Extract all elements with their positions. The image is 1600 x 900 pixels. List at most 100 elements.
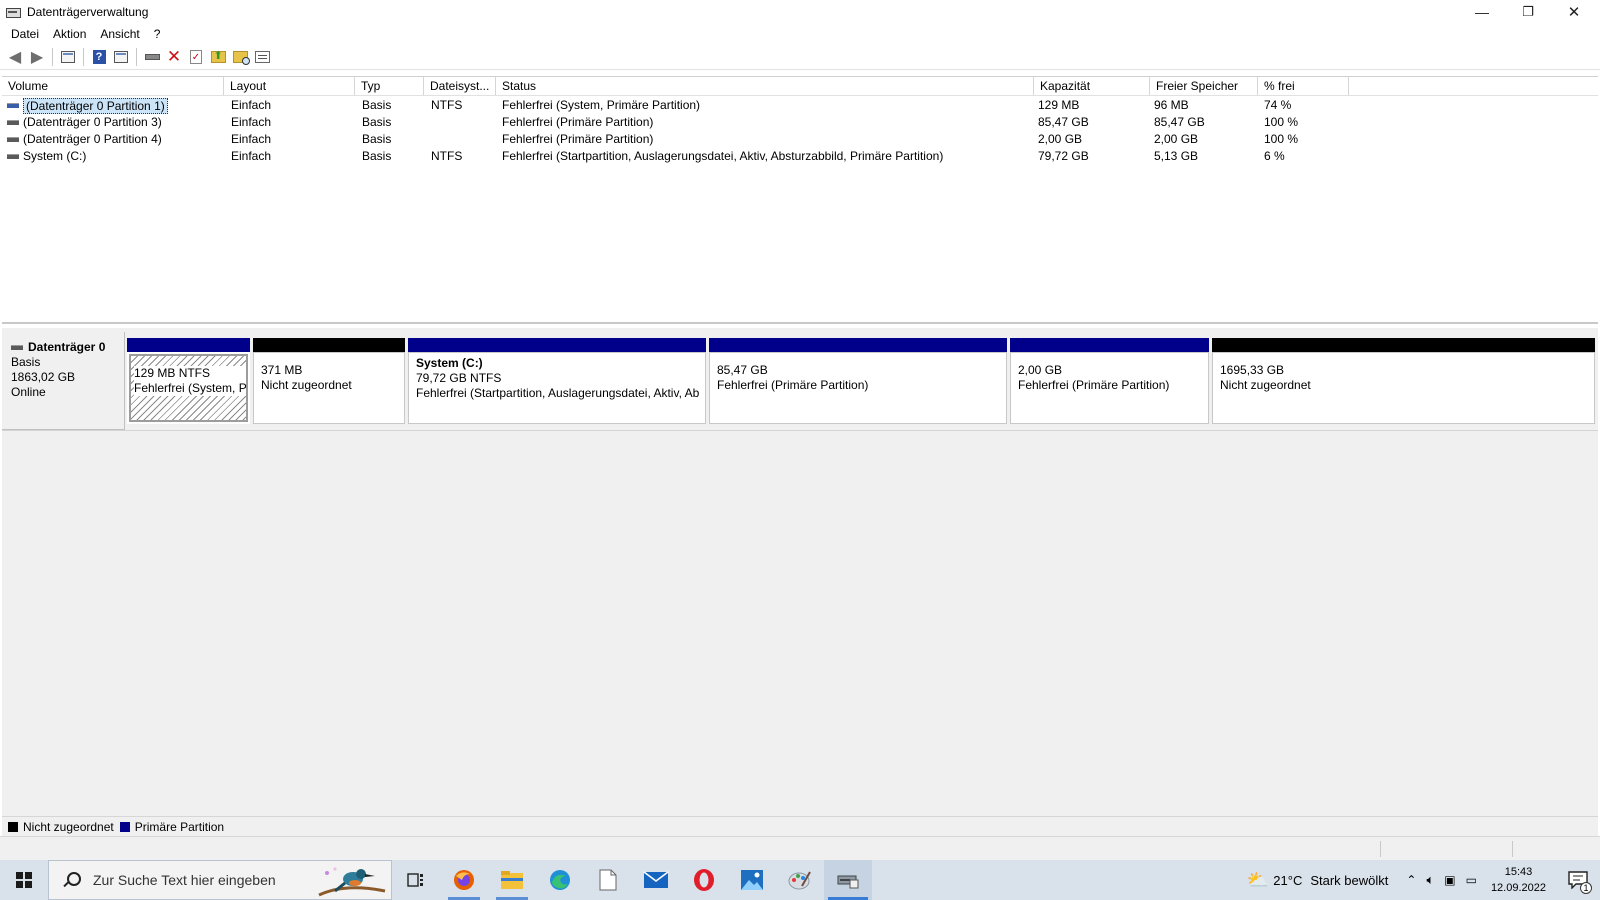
table-row[interactable]: (Datenträger 0 Partition 3) Einfach Basi…: [2, 114, 1598, 131]
partition-block[interactable]: 2,00 GB Fehlerfrei (Primäre Partition): [1010, 338, 1212, 424]
weather-cloud-sun-icon[interactable]: ⛅: [1247, 870, 1269, 891]
partition-block[interactable]: System (C:) 79,72 GB NTFS Fehlerfrei (St…: [408, 338, 709, 424]
console-tree-button[interactable]: [57, 47, 79, 67]
taskbar: Zur Suche Text hier eingeben ⛅ 21°C Star…: [0, 860, 1600, 900]
taskbar-firefox[interactable]: [440, 860, 488, 900]
menu-help[interactable]: ?: [147, 27, 168, 41]
partition-strip: 129 MB NTFS Fehlerfrei (System, Pr 371 M…: [127, 338, 1595, 424]
status-cell: Fehlerfrei (Primäre Partition): [502, 132, 654, 146]
taskbar-paint[interactable]: [776, 860, 824, 900]
column-header-layout[interactable]: Layout: [224, 77, 355, 95]
free-space-cell: 96 MB: [1154, 98, 1189, 112]
column-header-status[interactable]: Status: [496, 77, 1034, 95]
volume-cell: (Datenträger 0 Partition 3): [2, 114, 162, 131]
paint-icon: [788, 871, 811, 890]
taskbar-photos[interactable]: [728, 860, 776, 900]
folder-search-icon: [232, 51, 250, 65]
notification-center-button[interactable]: 1: [1556, 860, 1600, 900]
volume-cell: System (C:): [2, 148, 86, 165]
partition-block[interactable]: 85,47 GB Fehlerfrei (Primäre Partition): [709, 338, 1010, 424]
battery-icon[interactable]: ▭: [1466, 873, 1477, 887]
close-button[interactable]: ✕: [1551, 0, 1597, 24]
menu-aktion[interactable]: Aktion: [46, 27, 93, 41]
check-button[interactable]: ✓: [185, 47, 207, 67]
delete-button[interactable]: ✕: [163, 47, 185, 67]
status-bar-separator: [1380, 841, 1381, 857]
taskbar-search-box[interactable]: Zur Suche Text hier eingeben: [48, 860, 392, 900]
status-cell: Fehlerfrei (System, Primäre Partition): [502, 98, 701, 112]
partition-text: 129 MB NTFS Fehlerfrei (System, Pr: [134, 366, 246, 396]
taskbar-disk-management[interactable]: [824, 860, 872, 900]
minimize-button[interactable]: —: [1459, 0, 1505, 24]
layout-cell: Einfach: [231, 115, 272, 129]
restore-button[interactable]: ❐: [1505, 0, 1551, 24]
taskbar-edge[interactable]: [536, 860, 584, 900]
taskbar-mail[interactable]: [632, 860, 680, 900]
table-row[interactable]: (Datenträger 0 Partition 1) Einfach Basi…: [2, 97, 1598, 114]
taskbar-notepad[interactable]: [584, 860, 632, 900]
weather-temperature[interactable]: 21°C: [1273, 873, 1302, 888]
folder-up-button[interactable]: [207, 47, 229, 67]
back-button[interactable]: ◀: [4, 47, 26, 67]
disk-label-panel[interactable]: Datenträger 0 Basis 1863,02 GB Online: [2, 332, 125, 430]
partition-status: Fehlerfrei (Startpartition, Auslagerungs…: [416, 386, 700, 400]
task-view-icon: [407, 873, 423, 887]
table-row[interactable]: System (C:) Einfach Basis NTFS Fehlerfre…: [2, 148, 1598, 165]
properties-icon: [114, 51, 128, 63]
volume-name: System (C:): [23, 149, 87, 163]
search-highlight-bird-icon: [318, 867, 386, 897]
toolbar-separator: [52, 48, 53, 66]
layout-cell: Einfach: [231, 98, 272, 112]
disk-name-text: Datenträger 0: [28, 340, 106, 354]
legend: Nicht zugeordnet Primäre Partition: [2, 816, 1598, 836]
partition-block[interactable]: 371 MB Nicht zugeordnet: [253, 338, 408, 424]
folder-search-button[interactable]: [229, 47, 251, 67]
taskbar-opera[interactable]: [680, 860, 728, 900]
partition-color-bar: [127, 338, 250, 352]
layout-cell: Einfach: [231, 149, 272, 163]
start-button[interactable]: [0, 860, 48, 900]
windows-logo-icon: [16, 872, 32, 888]
task-view-button[interactable]: [392, 860, 440, 900]
partition-status: Fehlerfrei (Primäre Partition): [1018, 378, 1170, 392]
speaker-icon[interactable]: 🔈︎: [1426, 872, 1434, 888]
column-header-kapazitaet[interactable]: Kapazität: [1034, 77, 1150, 95]
photos-icon: [741, 870, 763, 890]
column-header-freier-speicher[interactable]: Freier Speicher: [1150, 77, 1258, 95]
help-button[interactable]: ?: [88, 47, 110, 67]
legend-unallocated: Nicht zugeordnet: [23, 819, 114, 834]
weather-description[interactable]: Stark bewölkt: [1310, 873, 1388, 888]
menu-ansicht[interactable]: Ansicht: [93, 27, 146, 41]
table-row[interactable]: (Datenträger 0 Partition 4) Einfach Basi…: [2, 131, 1598, 148]
connect-drive-button[interactable]: [141, 47, 163, 67]
column-header-pct-frei[interactable]: % frei: [1258, 77, 1349, 95]
list-button[interactable]: [251, 47, 273, 67]
partition-block[interactable]: 129 MB NTFS Fehlerfrei (System, Pr: [127, 338, 253, 424]
pct-free-cell: 100 %: [1264, 115, 1299, 129]
column-header-dateisystem[interactable]: Dateisyst...: [424, 77, 496, 95]
volume-drive-icon: [7, 120, 19, 125]
chevron-up-icon[interactable]: ⌃: [1406, 873, 1416, 887]
column-header-volume[interactable]: Volume: [2, 77, 224, 95]
legend-swatch-unallocated: [8, 821, 18, 832]
forward-button[interactable]: ▶: [26, 47, 48, 67]
partition-body: System (C:) 79,72 GB NTFS Fehlerfrei (St…: [408, 352, 706, 424]
typ-cell: Basis: [362, 115, 392, 129]
column-header-typ[interactable]: Typ: [355, 77, 424, 95]
volume-cell: (Datenträger 0 Partition 4): [2, 131, 162, 148]
menu-datei[interactable]: Datei: [4, 27, 46, 41]
disk-type: Basis: [11, 355, 41, 369]
volume-drive-icon: [7, 154, 19, 159]
status-bar-separator: [1512, 841, 1513, 857]
properties-button[interactable]: [110, 47, 132, 67]
console-tree-icon: [61, 51, 75, 63]
legend-primary: Primäre Partition: [134, 819, 225, 834]
title-bar: Datenträgerverwaltung — ❐ ✕: [0, 0, 1600, 24]
taskbar-clock[interactable]: 15:43 12.09.2022: [1491, 864, 1546, 896]
mail-icon: [643, 871, 669, 888]
window-title: Datenträgerverwaltung: [27, 5, 149, 19]
partition-block[interactable]: 1695,33 GB Nicht zugeordnet: [1212, 338, 1595, 424]
network-icon[interactable]: ▣: [1444, 873, 1455, 887]
partition-size: 1695,33 GB: [1220, 363, 1285, 377]
taskbar-file-explorer[interactable]: [488, 860, 536, 900]
